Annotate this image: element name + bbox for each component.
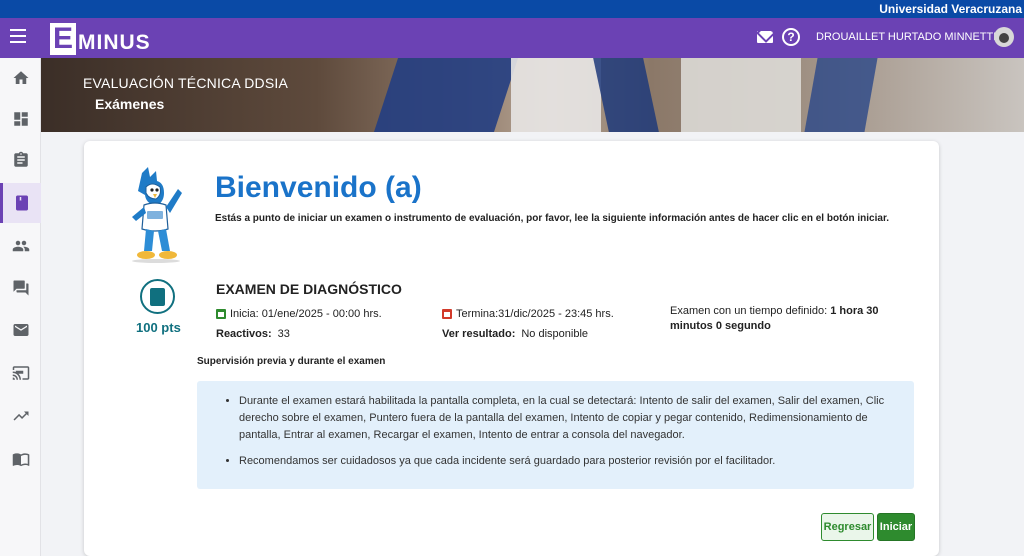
institution-bar: Universidad Veracruzana — [0, 0, 1024, 18]
sidebar-item-resources[interactable] — [0, 439, 41, 479]
mail-icon — [13, 324, 28, 336]
exam-end-text: Termina:31/dic/2025 - 23:45 hrs. — [456, 308, 614, 320]
people-icon — [12, 240, 29, 252]
sidebar-item-participants[interactable] — [0, 226, 41, 266]
mascot-image — [132, 167, 182, 263]
dashboard-icon — [13, 112, 28, 126]
book-icon — [150, 287, 165, 306]
sidebar — [0, 58, 41, 556]
exam-start-text: Inicia: 01/ene/2025 - 00:00 hrs. — [230, 308, 382, 320]
calendar-end-icon — [442, 309, 452, 319]
sidebar-item-home[interactable] — [0, 58, 41, 98]
book-icon — [16, 195, 28, 211]
user-name[interactable]: DROUAILLET HURTADO MINNETTE — [816, 31, 1001, 43]
supervision-title: Supervisión previa y durante el examen — [197, 356, 386, 367]
supervision-notice: Durante el examen estará habilitada la p… — [197, 381, 914, 489]
course-banner: EVALUACIÓN TÉCNICA DDSIA Exámenes — [41, 58, 1024, 132]
exam-title: EXAMEN DE DIAGNÓSTICO — [216, 281, 402, 297]
exam-result: Ver resultado: No disponible — [442, 328, 588, 340]
calendar-start-icon — [216, 309, 226, 319]
menu-icon[interactable] — [10, 29, 26, 43]
exam-result-label: Ver resultado: — [442, 328, 516, 340]
eminus-logo[interactable]: E MINUS — [50, 23, 151, 55]
clipboard-icon — [13, 151, 28, 167]
sidebar-item-progress[interactable] — [0, 396, 41, 436]
sidebar-item-dashboard[interactable] — [0, 99, 41, 139]
exam-badge — [140, 279, 175, 314]
supervision-bullet: Recomendamos ser cuidadosos ya que cada … — [239, 453, 896, 470]
exam-items-label: Reactivos: — [216, 328, 272, 340]
exam-points: 100 pts — [136, 320, 181, 335]
trending-icon — [13, 411, 28, 421]
exam-items: Reactivos: 33 — [216, 328, 290, 340]
back-button[interactable]: Regresar — [821, 513, 874, 541]
avatar[interactable] — [994, 27, 1014, 47]
forum-icon — [13, 280, 28, 296]
welcome-title: Bienvenido (a) — [215, 171, 422, 204]
exam-time-limit: Examen con un tiempo definido: 1 hora 30… — [670, 304, 880, 334]
section-title: Exámenes — [95, 96, 165, 112]
sidebar-item-messages[interactable] — [0, 310, 41, 350]
sidebar-item-exams[interactable] — [0, 183, 41, 223]
logo-letter: E — [50, 23, 76, 55]
exam-time-prefix: Examen con un tiempo definido: — [670, 305, 831, 317]
supervision-bullet: Durante el examen estará habilitada la p… — [239, 393, 896, 444]
institution-name[interactable]: Universidad Veracruzana — [879, 2, 1022, 16]
sidebar-item-forums[interactable] — [0, 268, 41, 308]
exam-start-date: Inicia: 01/ene/2025 - 00:00 hrs. — [216, 308, 382, 320]
library-icon — [12, 453, 29, 467]
logo-text: MINUS — [78, 31, 151, 54]
mail-icon[interactable] — [757, 31, 773, 43]
cast-icon — [12, 366, 29, 380]
welcome-instruction: Estás a punto de iniciar un examen o ins… — [215, 213, 890, 224]
sidebar-item-broadcast[interactable] — [0, 353, 41, 393]
exam-intro-card: Bienvenido (a) Estás a punto de iniciar … — [84, 141, 939, 556]
help-icon[interactable]: ? — [782, 28, 800, 46]
sidebar-item-tasks[interactable] — [0, 140, 41, 180]
exam-result-value: No disponible — [521, 328, 589, 340]
app-header: E MINUS ? DROUAILLET HURTADO MINNETTE — [0, 18, 1024, 58]
home-icon — [13, 71, 28, 84]
course-title: EVALUACIÓN TÉCNICA DDSIA — [83, 75, 288, 91]
exam-end-date: Termina:31/dic/2025 - 23:45 hrs. — [442, 308, 614, 320]
exam-items-value: 33 — [277, 328, 290, 340]
start-button[interactable]: Iniciar — [877, 513, 915, 541]
